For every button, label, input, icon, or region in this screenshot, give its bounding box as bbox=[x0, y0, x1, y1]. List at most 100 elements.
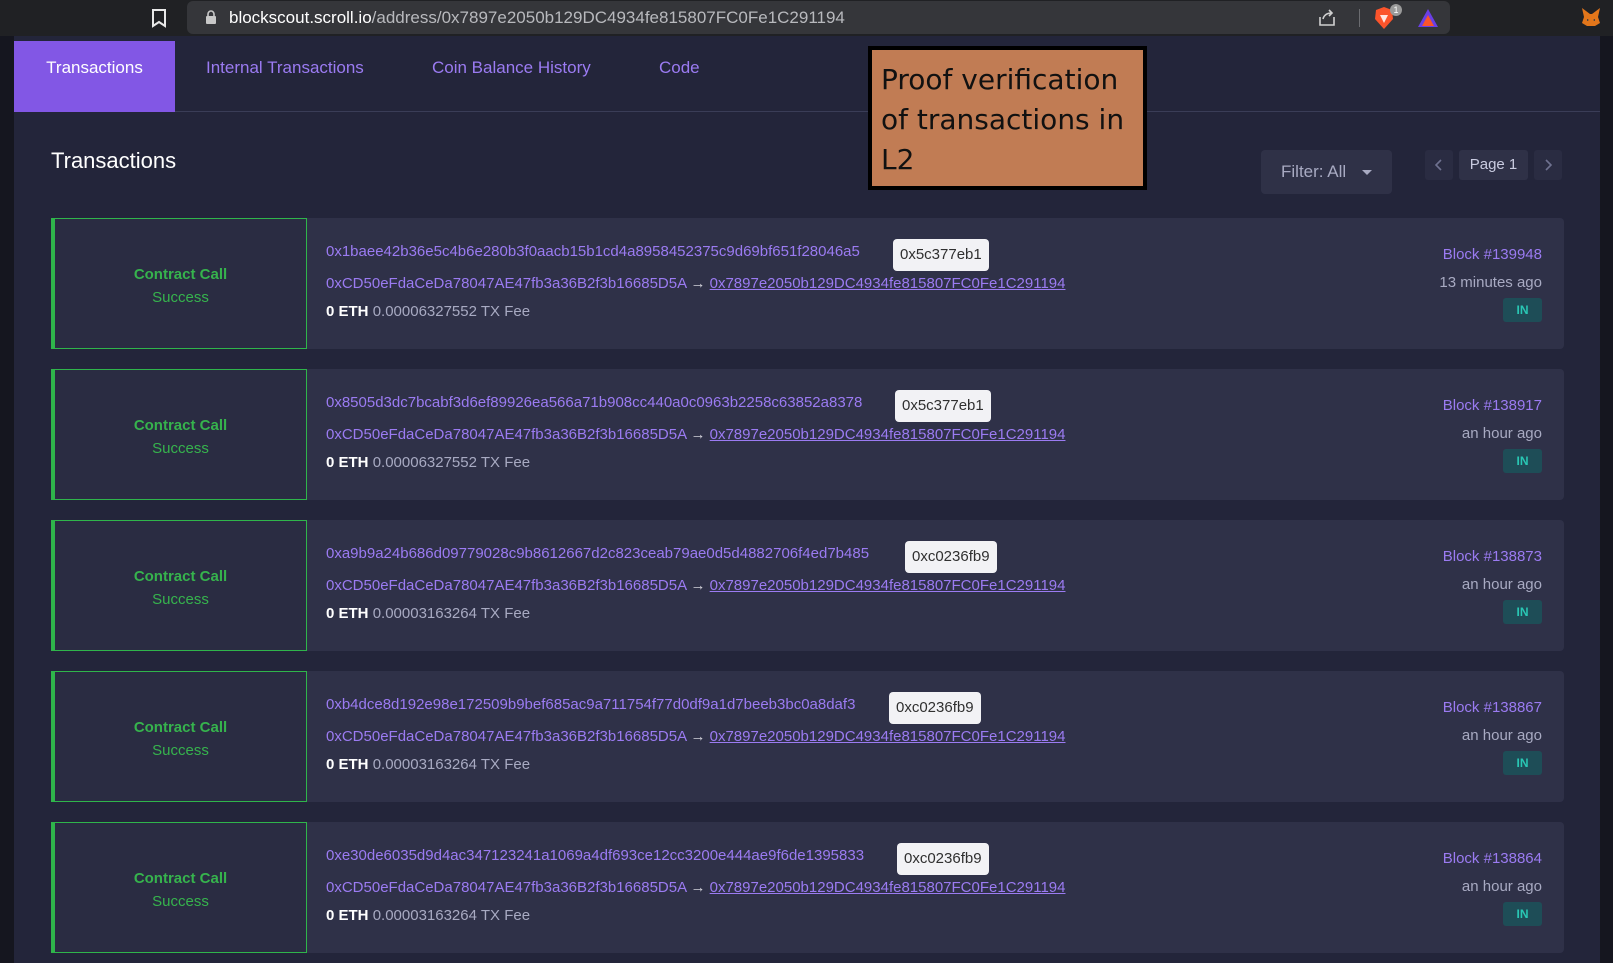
block-link[interactable]: Block #138867 bbox=[1443, 699, 1542, 716]
shields-count-badge: 1 bbox=[1390, 4, 1402, 16]
tx-hash-link[interactable]: 0x8505d3dc7bcabf3d6ef89926ea566a71b908cc… bbox=[326, 394, 862, 411]
page-indicator: Page 1 bbox=[1459, 150, 1528, 180]
tx-time: an hour ago bbox=[1461, 425, 1542, 442]
tx-addresses: 0xCD50eFdaCeDa78047AE47fb3a36B2f3b16685D… bbox=[326, 426, 1065, 443]
bookmark-icon[interactable] bbox=[150, 8, 168, 28]
eth-amount: 0 ETH bbox=[326, 756, 369, 773]
tx-addresses: 0xCD50eFdaCeDa78047AE47fb3a36B2f3b16685D… bbox=[326, 879, 1065, 896]
tx-result: Success bbox=[152, 893, 209, 910]
share-icon[interactable] bbox=[1317, 8, 1337, 28]
tx-type: Contract Call bbox=[133, 719, 228, 736]
to-address-link[interactable]: 0x7897e2050b129DC4934fe815807FC0Fe1C2911… bbox=[710, 577, 1066, 594]
arrow-right-icon: → bbox=[690, 879, 706, 896]
tx-fee: 0.00003163264 TX Fee bbox=[372, 756, 531, 773]
to-address-link[interactable]: 0x7897e2050b129DC4934fe815807FC0Fe1C2911… bbox=[710, 728, 1066, 745]
annotation-text: Proof verification of transactions in L2 bbox=[881, 63, 1125, 176]
tab-code[interactable]: Code bbox=[659, 41, 700, 112]
brave-rewards-icon[interactable] bbox=[1417, 8, 1439, 28]
block-link[interactable]: Block #138864 bbox=[1443, 850, 1542, 867]
transaction-row: Contract Call Success 0x8505d3dc7bcabf3d… bbox=[51, 369, 1564, 500]
url-host: blockscout.scroll.io bbox=[229, 8, 372, 27]
tx-status-tile: Contract Call Success bbox=[51, 369, 307, 500]
tx-fee: 0.00003163264 TX Fee bbox=[372, 605, 531, 622]
chevron-left-icon bbox=[1434, 159, 1442, 171]
tab-internal-transactions[interactable]: Internal Transactions bbox=[206, 41, 364, 112]
method-badge: 0xc0236fb9 bbox=[905, 541, 997, 573]
from-address-link[interactable]: 0xCD50eFdaCeDa78047AE47fb3a36B2f3b16685D… bbox=[326, 728, 686, 745]
filter-label: Filter: All bbox=[1281, 162, 1347, 181]
method-badge: 0xc0236fb9 bbox=[889, 692, 981, 724]
filter-dropdown[interactable]: Filter: All bbox=[1261, 150, 1392, 194]
caret-down-icon bbox=[1362, 170, 1372, 175]
tx-value: 0 ETH 0.00003163264 TX Fee bbox=[326, 605, 530, 622]
arrow-right-icon: → bbox=[690, 728, 706, 745]
tx-value: 0 ETH 0.00003163264 TX Fee bbox=[326, 907, 530, 924]
tx-type: Contract Call bbox=[133, 417, 228, 434]
tx-fee: 0.00003163264 TX Fee bbox=[372, 907, 531, 924]
tx-status-tile: Contract Call Success bbox=[51, 218, 307, 349]
next-page-button[interactable] bbox=[1534, 150, 1562, 180]
arrow-right-icon: → bbox=[690, 275, 706, 292]
block-link[interactable]: Block #138873 bbox=[1443, 548, 1542, 565]
method-badge: 0xc0236fb9 bbox=[897, 843, 989, 875]
method-badge: 0x5c377eb1 bbox=[895, 390, 991, 422]
address-tabs: Transactions Internal Transactions Coin … bbox=[14, 41, 1600, 112]
prev-page-button[interactable] bbox=[1425, 150, 1453, 180]
eth-amount: 0 ETH bbox=[326, 454, 369, 471]
eth-amount: 0 ETH bbox=[326, 605, 369, 622]
address-bar[interactable]: blockscout.scroll.io/address/0x7897e2050… bbox=[187, 1, 1450, 34]
from-address-link[interactable]: 0xCD50eFdaCeDa78047AE47fb3a36B2f3b16685D… bbox=[326, 275, 686, 292]
block-link[interactable]: Block #138917 bbox=[1443, 397, 1542, 414]
tx-time: an hour ago bbox=[1461, 576, 1542, 593]
eth-amount: 0 ETH bbox=[326, 907, 369, 924]
tab-transactions[interactable]: Transactions bbox=[14, 41, 175, 112]
arrow-right-icon: → bbox=[690, 426, 706, 443]
tx-hash-link[interactable]: 0xa9b9a24b686d09779028c9b8612667d2c823ce… bbox=[326, 545, 869, 562]
page-right-edge bbox=[1600, 36, 1613, 963]
direction-badge: IN bbox=[1503, 600, 1542, 624]
tx-hash-link[interactable]: 0xb4dce8d192e98e172509b9bef685ac9a711754… bbox=[326, 696, 855, 713]
tx-type: Contract Call bbox=[133, 870, 228, 887]
tx-value: 0 ETH 0.00006327552 TX Fee bbox=[326, 303, 530, 320]
transaction-row: Contract Call Success 0xe30de6035d9d4ac3… bbox=[51, 822, 1564, 953]
arrow-right-icon: → bbox=[690, 577, 706, 594]
to-address-link[interactable]: 0x7897e2050b129DC4934fe815807FC0Fe1C2911… bbox=[710, 426, 1066, 443]
tx-value: 0 ETH 0.00006327552 TX Fee bbox=[326, 454, 530, 471]
tx-fee: 0.00006327552 TX Fee bbox=[372, 454, 531, 471]
tx-result: Success bbox=[152, 440, 209, 457]
from-address-link[interactable]: 0xCD50eFdaCeDa78047AE47fb3a36B2f3b16685D… bbox=[326, 426, 686, 443]
page-left-edge bbox=[0, 36, 14, 963]
lock-icon bbox=[206, 10, 216, 24]
chevron-right-icon bbox=[1545, 159, 1553, 171]
from-address-link[interactable]: 0xCD50eFdaCeDa78047AE47fb3a36B2f3b16685D… bbox=[326, 577, 686, 594]
metamask-icon[interactable] bbox=[1580, 6, 1602, 28]
direction-badge: IN bbox=[1503, 298, 1542, 322]
from-address-link[interactable]: 0xCD50eFdaCeDa78047AE47fb3a36B2f3b16685D… bbox=[326, 879, 686, 896]
section-title: Transactions bbox=[51, 148, 177, 173]
direction-badge: IN bbox=[1503, 449, 1542, 473]
transaction-row: Contract Call Success 0xa9b9a24b686d0977… bbox=[51, 520, 1564, 651]
transaction-row: Contract Call Success 0x1baee42b36e5c4b6… bbox=[51, 218, 1564, 349]
url-path: /address/0x7897e2050b129DC4934fe815807FC… bbox=[371, 8, 845, 27]
tx-addresses: 0xCD50eFdaCeDa78047AE47fb3a36B2f3b16685D… bbox=[326, 275, 1065, 292]
tx-time: an hour ago bbox=[1461, 727, 1542, 744]
tab-coin-balance-history[interactable]: Coin Balance History bbox=[432, 41, 591, 112]
tx-type: Contract Call bbox=[133, 568, 228, 585]
tx-addresses: 0xCD50eFdaCeDa78047AE47fb3a36B2f3b16685D… bbox=[326, 577, 1065, 594]
block-link[interactable]: Block #139948 bbox=[1443, 246, 1542, 263]
tx-result: Success bbox=[152, 742, 209, 759]
tx-result: Success bbox=[152, 289, 209, 306]
browser-toolbar: blockscout.scroll.io/address/0x7897e2050… bbox=[0, 0, 1613, 36]
to-address-link[interactable]: 0x7897e2050b129DC4934fe815807FC0Fe1C2911… bbox=[710, 879, 1066, 896]
transaction-row: Contract Call Success 0xb4dce8d192e98e17… bbox=[51, 671, 1564, 802]
tx-value: 0 ETH 0.00003163264 TX Fee bbox=[326, 756, 530, 773]
to-address-link[interactable]: 0x7897e2050b129DC4934fe815807FC0Fe1C2911… bbox=[710, 275, 1066, 292]
direction-badge: IN bbox=[1503, 751, 1542, 775]
tx-hash-link[interactable]: 0xe30de6035d9d4ac347123241a1069a4df693ce… bbox=[326, 847, 864, 864]
tx-hash-link[interactable]: 0x1baee42b36e5c4b6e280b3f0aacb15b1cd4a89… bbox=[326, 243, 860, 260]
tx-time: 13 minutes ago bbox=[1439, 274, 1542, 291]
url-text: blockscout.scroll.io/address/0x7897e2050… bbox=[229, 8, 845, 28]
tx-status-tile: Contract Call Success bbox=[51, 671, 307, 802]
tx-status-tile: Contract Call Success bbox=[51, 520, 307, 651]
tx-fee: 0.00006327552 TX Fee bbox=[372, 303, 531, 320]
